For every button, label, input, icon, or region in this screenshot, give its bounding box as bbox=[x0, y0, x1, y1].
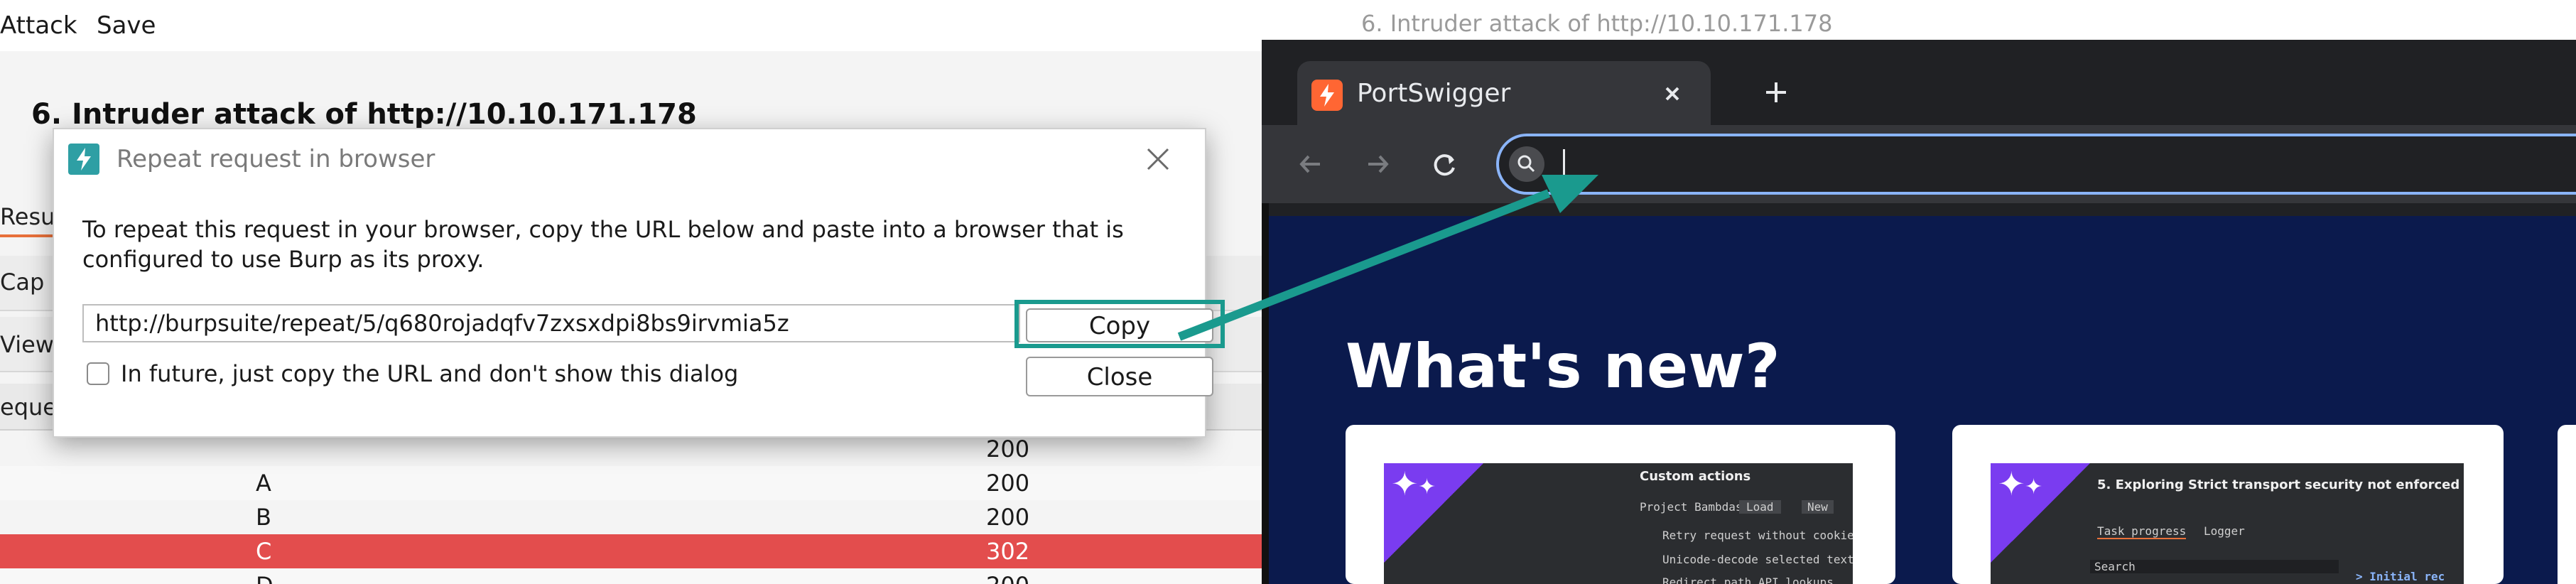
reload-icon[interactable] bbox=[1419, 139, 1469, 189]
dialog-title: Repeat request in browser bbox=[117, 145, 435, 173]
menu-attack[interactable]: Attack bbox=[0, 10, 77, 41]
forward-icon[interactable] bbox=[1353, 139, 1402, 189]
card-search-field: Search bbox=[2090, 560, 2339, 573]
search-icon bbox=[1509, 146, 1544, 182]
action-item: Unicode-decode selected text bbox=[1662, 553, 1853, 566]
news-card[interactable]: ✦ ✦ 5. Exploring Strict transport securi… bbox=[1952, 425, 2504, 584]
table-row[interactable]: B 200 bbox=[0, 500, 1262, 534]
copy-button-highlight bbox=[1014, 300, 1225, 348]
portswigger-favicon-icon bbox=[1311, 80, 1343, 111]
action-item: Retry request without cookies bbox=[1662, 529, 1853, 542]
new-button: New bbox=[1802, 500, 1834, 514]
text-caret bbox=[1563, 149, 1565, 180]
project-bambdas-label: Project Bambdas bbox=[1640, 500, 1743, 514]
status-cell: 302 bbox=[986, 538, 1030, 565]
task-title: 5. Exploring Strict transport security n… bbox=[2097, 477, 2464, 492]
status-cell: 200 bbox=[986, 470, 1030, 497]
card-screenshot: ✦ ✦ 5. Exploring Strict transport securi… bbox=[1991, 463, 2464, 584]
action-item: Redirect path API lookups bbox=[1662, 575, 1834, 584]
payload-cell: C bbox=[256, 538, 272, 565]
load-button: Load bbox=[1739, 500, 1781, 514]
burp-logo-icon bbox=[68, 144, 99, 175]
close-button[interactable]: Close bbox=[1026, 357, 1213, 396]
status-cell: 200 bbox=[986, 568, 1029, 584]
sparkle-icon: ✦ bbox=[1391, 465, 1419, 503]
news-card[interactable]: ✦ ✦ Custom actions Project Bambdas Load … bbox=[1346, 425, 1895, 584]
view-filter-label[interactable]: View bbox=[0, 331, 54, 358]
close-icon[interactable] bbox=[1138, 139, 1178, 179]
payload-cell: B bbox=[256, 504, 271, 531]
table-row[interactable]: D 200 bbox=[0, 568, 1262, 584]
dialog-title-bar[interactable]: Repeat request in browser bbox=[54, 129, 1205, 189]
repeat-request-dialog: Repeat request in browser To repeat this… bbox=[53, 128, 1225, 438]
table-row[interactable]: A 200 bbox=[0, 466, 1262, 500]
dialog-message: To repeat this request in your browser, … bbox=[82, 216, 1124, 273]
browser-tab[interactable]: PortSwigger bbox=[1297, 61, 1711, 125]
menu-bar: Attack Save bbox=[0, 0, 1262, 51]
payload-cell: D bbox=[256, 568, 274, 584]
burp-window: Attack Save 6. Intruder attack of http:/… bbox=[0, 0, 1262, 584]
address-bar[interactable] bbox=[1496, 134, 2576, 195]
sparkle-icon: ✦ bbox=[1998, 465, 2025, 503]
card-screenshot: ✦ ✦ Custom actions Project Bambdas Load … bbox=[1384, 463, 1853, 584]
sparkle-icon: ✦ bbox=[2025, 475, 2043, 499]
new-tab-icon[interactable] bbox=[1753, 70, 1799, 115]
whats-new-heading: What's new? bbox=[1346, 331, 1780, 402]
background-window-title: 6. Intruder attack of http://10.10.171.1… bbox=[1361, 10, 1833, 37]
back-icon[interactable] bbox=[1286, 139, 1336, 189]
capture-filter-label[interactable]: Cap bbox=[0, 269, 44, 296]
attack-title: 6. Intruder attack of http://10.10.171.1… bbox=[31, 98, 697, 131]
tab-title: PortSwigger bbox=[1357, 79, 1511, 108]
sparkle-icon: ✦ bbox=[1418, 475, 1436, 499]
table-row-selected[interactable]: C 302 bbox=[0, 534, 1262, 568]
tab-close-icon[interactable] bbox=[1654, 75, 1691, 112]
status-cell: 200 bbox=[986, 504, 1030, 531]
repeat-url-field[interactable]: http://burpsuite/repeat/5/q680rojadqfv7z… bbox=[82, 304, 1020, 342]
dont-show-checkbox[interactable] bbox=[87, 362, 109, 385]
payload-cell: A bbox=[256, 470, 271, 497]
news-card-partial[interactable] bbox=[2558, 425, 2576, 584]
dont-show-label: In future, just copy the URL and don't s… bbox=[121, 360, 739, 387]
browser-toolbar bbox=[1262, 125, 2576, 203]
initial-label: > Initial rec bbox=[2356, 570, 2445, 583]
task-progress-tab: Task progress bbox=[2097, 524, 2187, 539]
menu-save[interactable]: Save bbox=[97, 10, 156, 41]
window-border bbox=[1262, 203, 1269, 584]
custom-actions-title: Custom actions bbox=[1640, 469, 1751, 484]
logger-tab: Logger bbox=[2204, 524, 2245, 538]
